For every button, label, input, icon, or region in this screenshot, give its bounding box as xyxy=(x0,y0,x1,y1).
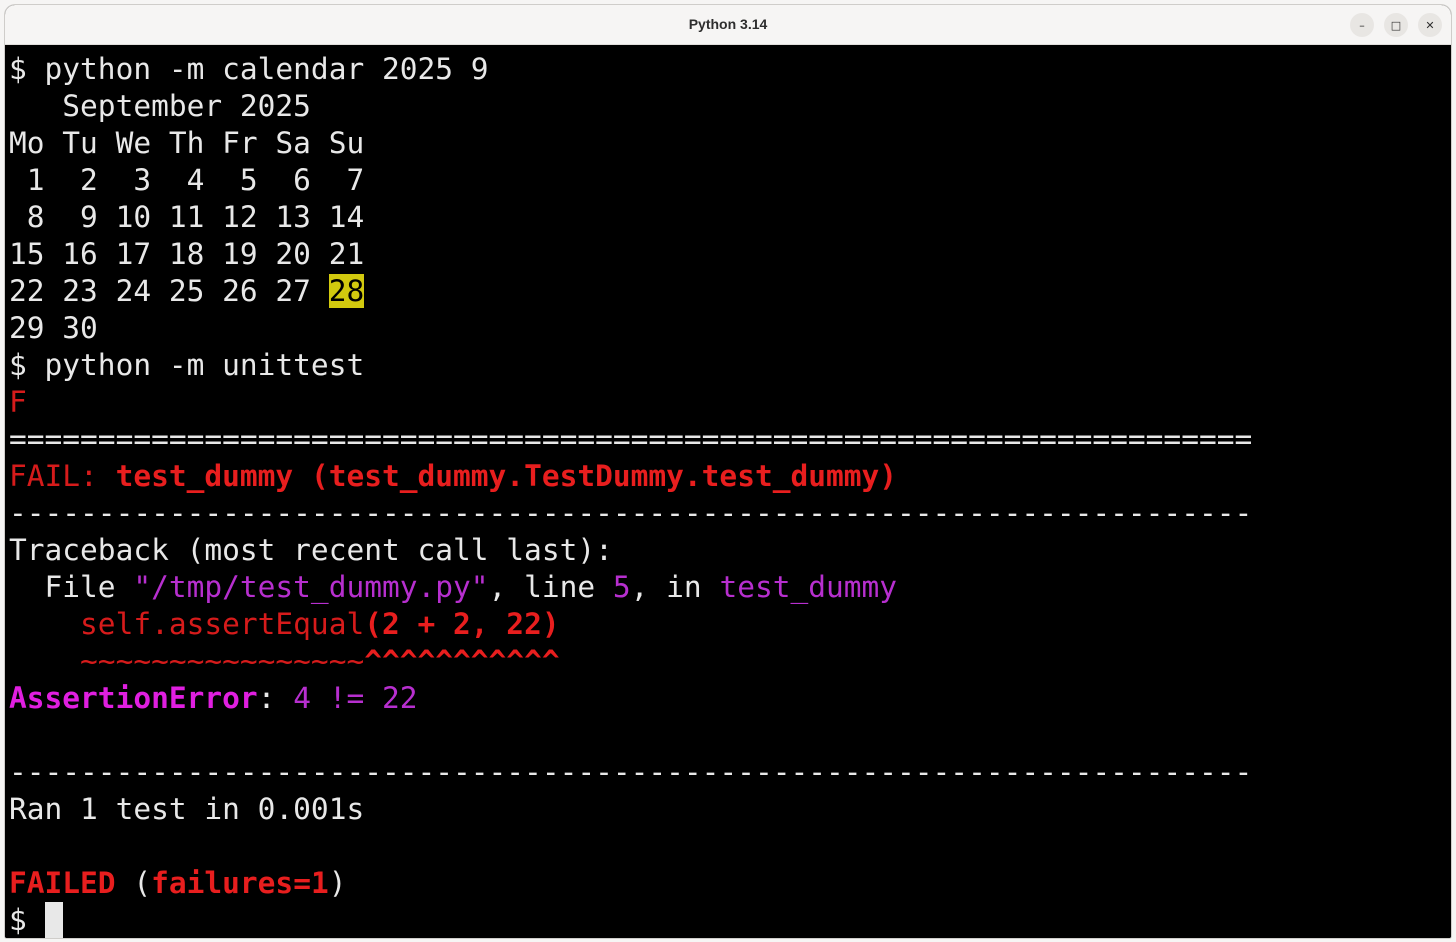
command-line: $ python -m unittest xyxy=(9,348,365,382)
calendar-week: 8 9 10 11 12 13 14 xyxy=(9,200,365,234)
cursor xyxy=(44,902,63,938)
failed-label: FAILED xyxy=(9,866,116,900)
code-args: (2 + 2, 22) xyxy=(364,607,560,641)
function-name: test_dummy xyxy=(719,570,898,604)
traceback-header: Traceback (most recent call last): xyxy=(9,533,613,567)
line-number: 5 xyxy=(612,570,631,604)
terminal-output[interactable]: $ python -m calendar 2025 9 September 20… xyxy=(5,45,1451,938)
command-line: $ python -m calendar 2025 9 xyxy=(9,52,489,86)
file-label: File xyxy=(9,570,134,604)
close-icon: ✕ xyxy=(1425,18,1435,32)
file-path: "/tmp/test_dummy.py" xyxy=(133,570,489,604)
calendar-week: 29 30 xyxy=(9,311,98,345)
maximize-button[interactable]: □ xyxy=(1384,13,1408,37)
titlebar[interactable]: Python 3.14 – □ ✕ xyxy=(5,5,1451,45)
traceback-file-line: File "/tmp/test_dummy.py", line 5, in te… xyxy=(9,569,1451,606)
calendar-title: September 2025 xyxy=(9,89,311,123)
marker-caret: ^^^^^^^^^^^ xyxy=(364,644,560,678)
calendar-days: 22 23 24 25 26 27 xyxy=(9,274,329,308)
prompt: $ xyxy=(9,903,45,937)
traceback-code: self.assertEqual(2 + 2, 22) xyxy=(9,606,1451,643)
prompt-line[interactable]: $ xyxy=(9,902,1451,938)
failed-detail: failures=1 xyxy=(151,866,329,900)
separator-dash: ----------------------------------------… xyxy=(9,755,1253,789)
marker-tilde: ~~~~~~~~~~~~~~~~ xyxy=(80,644,365,678)
ran-summary: Ran 1 test in 0.001s xyxy=(9,792,365,826)
fail-header: FAIL: test_dummy (test_dummy.TestDummy.t… xyxy=(9,458,1451,495)
maximize-icon: □ xyxy=(1390,18,1402,32)
text: ) xyxy=(328,866,347,900)
separator-dash: ----------------------------------------… xyxy=(9,496,1253,530)
failed-summary: FAILED (failures=1) xyxy=(9,865,1451,902)
test-progress: F xyxy=(9,385,27,419)
close-button[interactable]: ✕ xyxy=(1418,13,1442,37)
exception-message: 4 != 22 xyxy=(293,681,418,715)
calendar-week: 22 23 24 25 26 27 28 xyxy=(9,273,1451,310)
text: , in xyxy=(630,570,720,604)
code-call: self.assertEqual xyxy=(80,607,365,641)
traceback-marker: ~~~~~~~~~~~~~~~~^^^^^^^^^^^ xyxy=(9,643,1451,680)
separator-equals: ========================================… xyxy=(9,422,1253,456)
calendar-today: 28 xyxy=(328,274,365,308)
fail-label: FAIL: xyxy=(9,459,116,493)
text: : xyxy=(257,681,294,715)
minimize-button[interactable]: – xyxy=(1350,13,1374,37)
calendar-header: Mo Tu We Th Fr Sa Su xyxy=(9,126,365,160)
calendar-week: 1 2 3 4 5 6 7 xyxy=(9,163,365,197)
fail-test-name: test_dummy (test_dummy.TestDummy.test_du… xyxy=(115,459,898,493)
calendar-week: 15 16 17 18 19 20 21 xyxy=(9,237,365,271)
terminal-window: Python 3.14 – □ ✕ $ python -m calendar 2… xyxy=(5,5,1451,938)
exception-line: AssertionError: 4 != 22 xyxy=(9,680,1451,717)
minimize-icon: – xyxy=(1359,18,1365,32)
text: , line xyxy=(488,570,613,604)
exception-type: AssertionError xyxy=(9,681,258,715)
text: ( xyxy=(115,866,152,900)
window-title: Python 3.14 xyxy=(688,16,768,32)
